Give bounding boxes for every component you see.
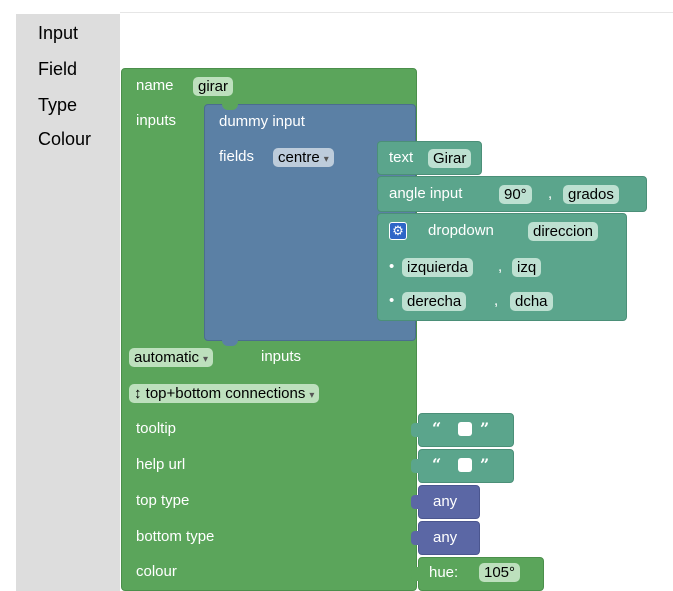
inputs-label: inputs	[136, 112, 177, 129]
chevron-down-icon: ▾	[309, 390, 315, 401]
top-type-label: top type	[136, 492, 190, 509]
field-angle-label: angle input	[389, 185, 463, 202]
inputs-mode-dropdown[interactable]: automatic ▾	[129, 348, 214, 367]
option-value-field[interactable]: dcha	[510, 292, 553, 311]
string-input[interactable]	[458, 458, 472, 472]
toolbox-category-colour[interactable]: Colour	[38, 128, 91, 150]
output-tab	[411, 423, 419, 437]
dropdown-name-field[interactable]: direccion	[528, 222, 599, 241]
option-bullet: •	[389, 258, 395, 275]
gear-icon[interactable]: ⚙	[389, 222, 407, 240]
toolbox: Input Field Type Colour	[16, 14, 120, 591]
hue-label: hue:	[429, 564, 459, 581]
name-label: name	[136, 77, 174, 94]
chevron-down-icon: ▾	[323, 154, 329, 165]
close-quote-icon: ”	[480, 455, 490, 474]
toolbox-category-type[interactable]: Type	[38, 94, 77, 116]
bottom-type-value: any	[433, 529, 458, 546]
colour-label: colour	[136, 563, 177, 580]
option-value-field[interactable]: izq	[512, 258, 542, 277]
connections-dropdown[interactable]: ↕ top+bottom connections ▾	[129, 384, 320, 403]
chevron-down-icon: ▾	[203, 354, 209, 365]
fields-label: fields	[219, 148, 255, 165]
inputs-mode-suffix: inputs	[261, 348, 302, 365]
workspace-border	[120, 12, 673, 13]
output-tab	[411, 567, 419, 581]
block-name-field[interactable]: girar	[193, 77, 234, 96]
tooltip-label: tooltip	[136, 420, 177, 437]
option-text-field[interactable]: derecha	[402, 292, 467, 311]
hue-value-field[interactable]: 105°	[479, 563, 521, 582]
field-text-value[interactable]: Girar	[428, 149, 472, 168]
toolbox-category-input[interactable]: Input	[38, 22, 78, 44]
open-quote-icon: “	[432, 455, 442, 474]
output-tab	[411, 495, 419, 509]
close-quote-icon: ”	[480, 419, 490, 438]
align-dropdown[interactable]: centre ▾	[273, 148, 334, 167]
toolbox-category-field[interactable]: Field	[38, 58, 77, 80]
string-input[interactable]	[458, 422, 472, 436]
field-text-label: text	[389, 149, 414, 166]
angle-separator: ,	[548, 185, 553, 202]
angle-name-field[interactable]: grados	[563, 185, 619, 204]
open-quote-icon: “	[432, 419, 442, 438]
option-text-field[interactable]: izquierda	[402, 258, 473, 277]
option-bullet: •	[389, 292, 395, 309]
help-url-label: help url	[136, 456, 186, 473]
field-dropdown-label: dropdown	[428, 222, 494, 239]
dummy-input-title: dummy input	[219, 113, 305, 130]
option-separator: ,	[498, 258, 503, 275]
option-separator: ,	[494, 292, 499, 309]
output-tab	[411, 459, 419, 473]
angle-value-field[interactable]: 90°	[499, 185, 532, 204]
output-tab	[411, 531, 419, 545]
top-type-value: any	[433, 493, 458, 510]
bottom-type-label: bottom type	[136, 528, 215, 545]
